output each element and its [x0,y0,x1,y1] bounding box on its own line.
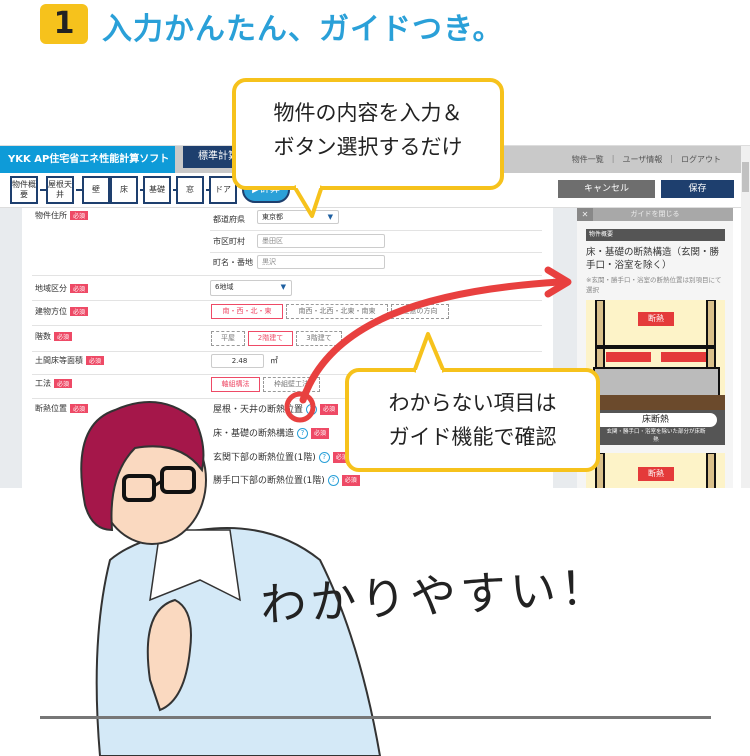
callout-tail [292,184,324,218]
callout-line: わからない項目は [388,391,557,415]
callout-line: ボタン選択するだけ [273,135,463,159]
divider [40,716,711,719]
callout-tail [412,332,446,374]
callout-line: 物件の内容を入力＆ [273,101,463,125]
callout-input: 物件の内容を入力＆ ボタン選択するだけ [232,78,504,190]
callout-guide: わからない項目は ガイド機能で確認 [345,368,600,472]
callout-line: ガイド機能で確認 [388,425,557,449]
